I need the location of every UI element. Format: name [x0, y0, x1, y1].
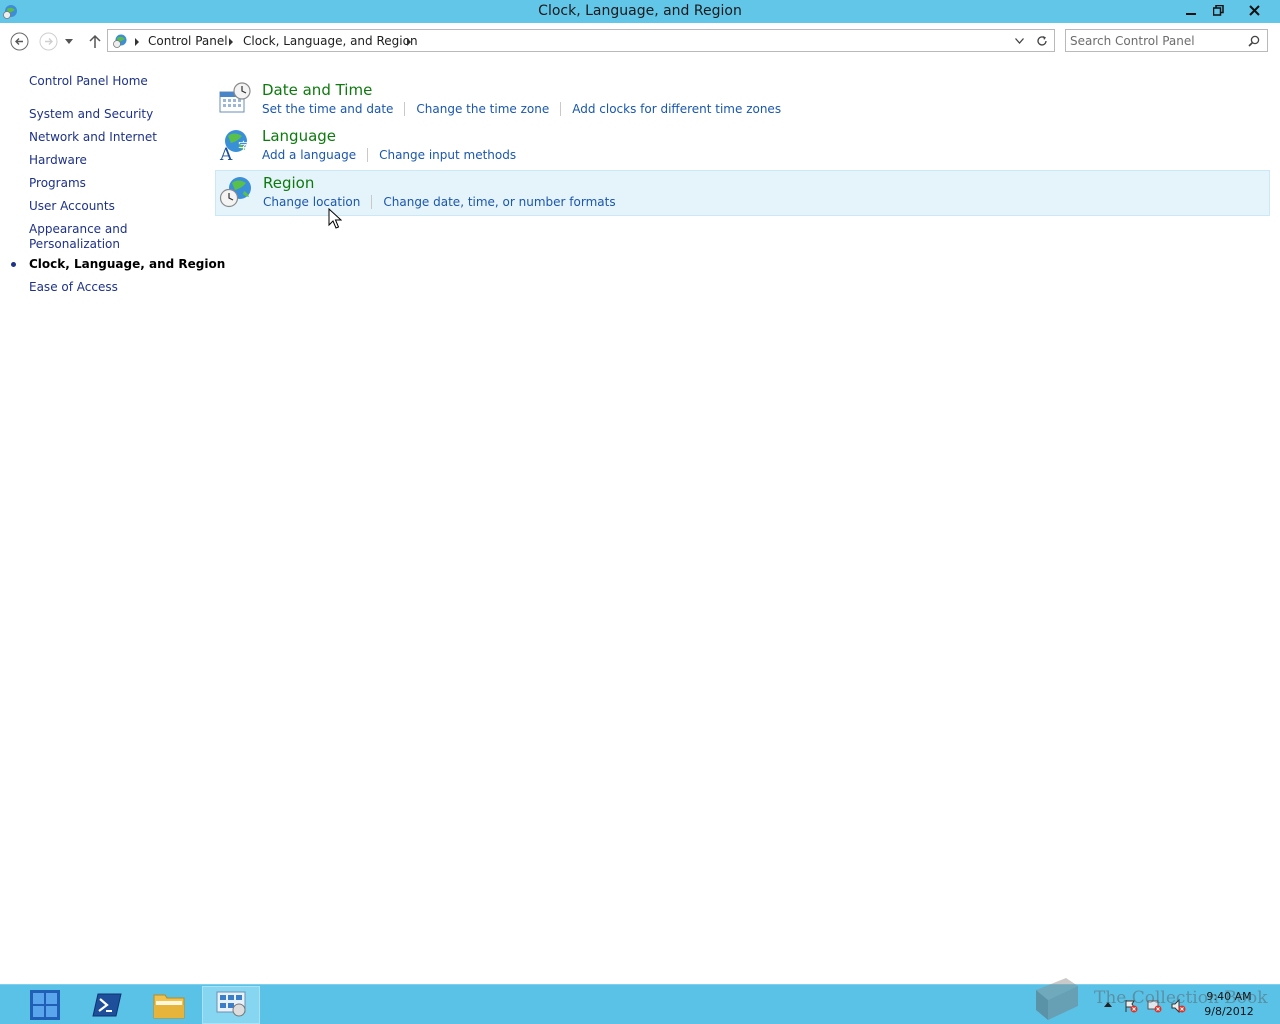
add-clocks-link[interactable]: Add clocks for different time zones	[572, 102, 781, 116]
up-button[interactable]	[85, 31, 105, 51]
back-button[interactable]	[9, 31, 29, 51]
nav-appearance-line1[interactable]: Appearance and	[29, 222, 127, 237]
file-explorer-button[interactable]	[140, 986, 198, 1024]
current-item-bullet	[11, 262, 16, 267]
link-divider	[367, 148, 369, 162]
chevron-down-icon[interactable]	[1015, 38, 1024, 44]
region-globe-clock-icon	[219, 177, 251, 208]
link-divider	[371, 195, 373, 209]
nav-network-and-internet[interactable]: Network and Internet	[29, 130, 157, 145]
date-and-time-heading[interactable]: Date and Time	[262, 81, 372, 99]
nav-hardware[interactable]: Hardware	[29, 153, 87, 168]
minimize-button[interactable]	[1178, 0, 1204, 21]
close-icon	[1249, 5, 1260, 16]
link-divider	[560, 102, 562, 116]
breadcrumb-control-panel[interactable]: Control Panel	[148, 34, 228, 48]
breadcrumb-separator-icon[interactable]	[135, 38, 139, 46]
breadcrumb-clock-language-region[interactable]: Clock, Language, and Region	[243, 34, 418, 48]
mouse-cursor-icon	[328, 208, 342, 229]
close-button[interactable]	[1232, 0, 1277, 21]
region-heading[interactable]: Region	[263, 174, 314, 192]
search-icon[interactable]	[1248, 35, 1260, 47]
watermark: The Collection Book	[1028, 974, 1268, 1024]
restore-button[interactable]	[1205, 0, 1231, 21]
back-arrow-icon	[10, 32, 28, 50]
book-logo-icon	[1036, 978, 1078, 1020]
forward-button[interactable]	[38, 31, 58, 51]
language-globe-icon: A 字	[219, 130, 249, 162]
svg-text:字: 字	[238, 139, 249, 153]
recent-locations-button[interactable]	[62, 31, 76, 51]
change-location-link[interactable]: Change location	[263, 195, 360, 209]
svg-text:A: A	[219, 145, 233, 162]
language-links: Add a language Change input methods	[262, 147, 516, 163]
date-and-time-links: Set the time and date Change the time zo…	[262, 101, 781, 117]
category-region: Region Change location Change date, time…	[215, 170, 1270, 216]
powershell-button[interactable]	[78, 986, 136, 1024]
breadcrumb-separator-icon[interactable]	[407, 38, 411, 46]
title-bar: Clock, Language, and Region	[0, 0, 1280, 23]
search-box	[1065, 29, 1268, 52]
server-manager-icon	[30, 990, 60, 1020]
language-heading[interactable]: Language	[262, 127, 336, 145]
minimize-icon	[1186, 12, 1196, 15]
nav-system-and-security[interactable]: System and Security	[29, 107, 153, 122]
address-bar[interactable]: Control Panel Clock, Language, and Regio…	[107, 29, 1055, 52]
folder-icon	[153, 994, 185, 1019]
breadcrumb-separator-icon[interactable]	[229, 38, 233, 46]
category-date-and-time: Date and Time Set the time and date Chan…	[215, 78, 1270, 124]
chevron-down-icon	[65, 38, 73, 44]
powershell-icon	[92, 993, 122, 1017]
server-manager-button[interactable]	[16, 986, 74, 1024]
control-panel-icon	[216, 991, 246, 1017]
nav-ease-of-access[interactable]: Ease of Access	[29, 280, 118, 295]
category-language: A 字 Language Add a language Change input…	[215, 124, 1270, 170]
set-time-and-date-link[interactable]: Set the time and date	[262, 102, 393, 116]
control-panel-taskbar-button[interactable]	[202, 986, 260, 1024]
control-panel-icon	[113, 34, 127, 48]
region-links: Change location Change date, time, or nu…	[263, 194, 616, 210]
change-formats-link[interactable]: Change date, time, or number formats	[383, 195, 615, 209]
nav-programs[interactable]: Programs	[29, 176, 86, 191]
change-time-zone-link[interactable]: Change the time zone	[416, 102, 549, 116]
calendar-clock-icon	[219, 82, 251, 113]
watermark-text: The Collection Book	[1094, 988, 1268, 1008]
nav-appearance-line2[interactable]: Personalization	[29, 237, 120, 252]
nav-user-accounts[interactable]: User Accounts	[29, 199, 115, 214]
change-input-methods-link[interactable]: Change input methods	[379, 148, 516, 162]
search-input[interactable]	[1070, 32, 1240, 49]
control-panel-home-link[interactable]: Control Panel Home	[29, 74, 148, 89]
up-arrow-icon	[89, 34, 101, 48]
restore-icon	[1212, 5, 1224, 16]
forward-arrow-icon	[39, 32, 57, 50]
add-a-language-link[interactable]: Add a language	[262, 148, 356, 162]
link-divider	[404, 102, 406, 116]
nav-clock-language-region: Clock, Language, and Region	[29, 257, 226, 271]
window-title: Clock, Language, and Region	[538, 3, 742, 19]
refresh-icon[interactable]	[1036, 35, 1048, 47]
